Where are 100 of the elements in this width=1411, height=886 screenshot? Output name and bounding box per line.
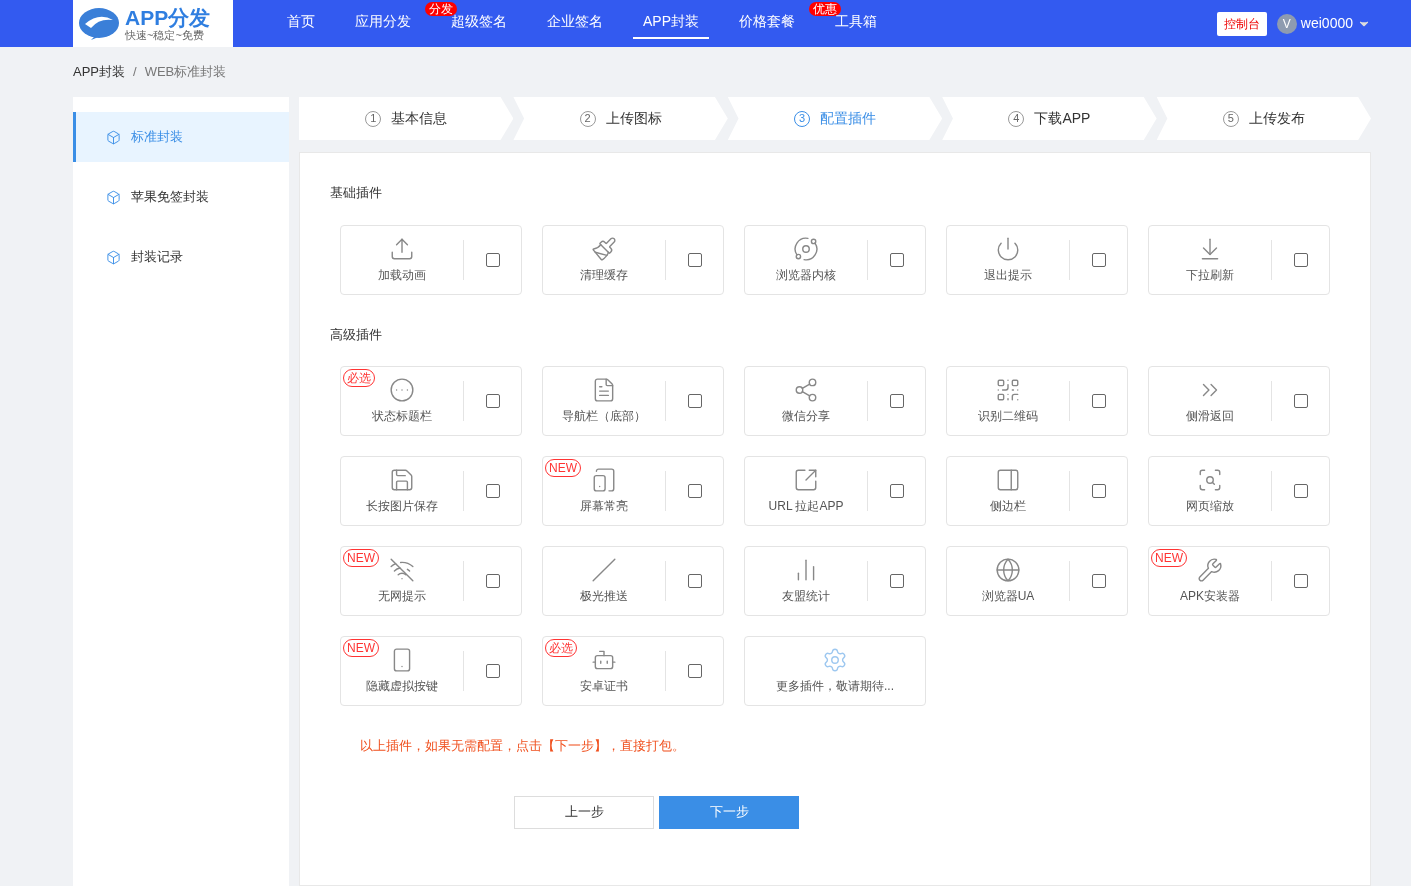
checkbox[interactable]	[687, 574, 702, 588]
plugin-label: 安卓证书	[580, 678, 628, 695]
plugin-card[interactable]: NEW 无网提示	[340, 546, 522, 616]
checkbox[interactable]	[485, 252, 500, 267]
cube-icon	[106, 189, 121, 205]
plugin-card[interactable]: 浏览器内核	[744, 224, 926, 295]
plugin-card[interactable]: 长按图片保存	[340, 456, 522, 526]
step-label: 基本信息	[391, 109, 448, 128]
share-icon	[793, 377, 819, 403]
plugin-card[interactable]: 识别二维码	[946, 366, 1128, 436]
plugin-card[interactable]: 加载动画	[340, 224, 522, 295]
section-title: 高级插件	[330, 325, 383, 344]
checkbox[interactable]	[687, 484, 702, 498]
power-icon	[995, 235, 1021, 262]
step-label: 配置插件	[820, 109, 876, 128]
plugin-label: 侧滑返回	[1186, 408, 1234, 425]
plugin-card[interactable]: 退出提示	[946, 224, 1128, 295]
section-title: 基础插件	[330, 184, 383, 202]
checkbox[interactable]	[1091, 484, 1106, 498]
cube-icon	[106, 129, 121, 145]
breadcrumb-item[interactable]: APP封装	[73, 62, 125, 82]
breadcrumb-item: WEB标准封装	[144, 63, 227, 82]
logo-icon	[77, 5, 121, 42]
plugin-card[interactable]: 网页缩放	[1148, 456, 1330, 526]
sidebar-item[interactable]: 苹果免签封装	[73, 172, 289, 222]
logo-slogan: 快速~稳定~免费	[125, 29, 205, 41]
plugin-card[interactable]: 下拉刷新	[1148, 224, 1330, 295]
plugin-label: 更多插件，敬请期待...	[776, 678, 894, 695]
checkbox[interactable]	[687, 664, 702, 678]
plugin-card[interactable]: NEW 隐藏虚拟按键	[340, 636, 522, 706]
qr-code-icon	[995, 377, 1021, 403]
step-label: 上传图标	[605, 109, 662, 128]
checkbox[interactable]	[485, 664, 500, 678]
sidebar-label: 封装记录	[131, 248, 183, 267]
plugin-badge: NEW	[343, 639, 379, 657]
plugin-card[interactable]: 微信分享	[744, 366, 926, 436]
sidebar-icon	[995, 467, 1021, 493]
scan-icon	[1197, 467, 1223, 493]
nav-tab[interactable]: APP封装	[633, 11, 709, 39]
nav-tab[interactable]: 应用分发	[345, 11, 421, 39]
plugin-card[interactable]: 侧滑返回	[1148, 366, 1330, 436]
plugin-card[interactable]: 友盟统计	[744, 546, 926, 616]
plugin-card[interactable]: URL 拉起APP	[744, 456, 926, 526]
console-button[interactable]: 控制台	[1216, 11, 1267, 36]
plugin-label: 网页缩放	[1186, 498, 1234, 515]
plugin-card[interactable]: NEW APK安装器	[1148, 546, 1330, 616]
plugin-card[interactable]: NEW 屏幕常亮	[542, 456, 724, 526]
plugin-label: 屏幕常亮	[580, 498, 628, 515]
checkbox[interactable]	[889, 394, 904, 408]
checkbox[interactable]	[1293, 394, 1308, 408]
plugin-label: 友盟统计	[782, 588, 830, 605]
plugin-badge: 必选	[545, 639, 577, 657]
nav-tab[interactable]: 价格套餐	[729, 11, 805, 39]
checkbox[interactable]	[889, 252, 904, 267]
checkbox[interactable]	[1293, 484, 1308, 498]
cube-icon	[106, 249, 121, 265]
brush-icon	[591, 235, 617, 262]
sidebar-label: 苹果免签封装	[131, 188, 209, 207]
plugin-label: 极光推送	[580, 588, 628, 605]
checkbox[interactable]	[889, 574, 904, 588]
checkbox[interactable]	[485, 394, 500, 408]
nav-tab[interactable]: 企业签名	[537, 11, 613, 39]
plugin-label: 长按图片保存	[366, 498, 438, 515]
tablet-icon	[591, 467, 617, 493]
nav-tab[interactable]: 首页	[277, 11, 325, 39]
plugin-card[interactable]: 侧边栏	[946, 456, 1128, 526]
user-name[interactable]: wei0000	[1300, 13, 1353, 34]
checkbox[interactable]	[1293, 252, 1308, 267]
checkbox[interactable]	[1091, 252, 1106, 267]
plugin-card[interactable]: 更多插件，敬请期待...	[744, 636, 926, 706]
plugin-card[interactable]: 必选 安卓证书	[542, 636, 724, 706]
plugin-label: 隐藏虚拟按键	[366, 678, 438, 695]
plugin-card[interactable]: 极光推送	[542, 546, 724, 616]
logo-title: APP分发	[125, 6, 211, 28]
checkbox[interactable]	[485, 484, 500, 498]
step-label: 下载APP	[1034, 109, 1091, 128]
checkbox[interactable]	[485, 574, 500, 588]
sidebar-item[interactable]: 封装记录	[73, 232, 289, 282]
nav-badge: 分发	[425, 2, 457, 16]
checkbox[interactable]	[687, 394, 702, 408]
checkbox[interactable]	[1091, 574, 1106, 588]
checkbox[interactable]	[1091, 394, 1106, 408]
plugin-card[interactable]: 清理缓存	[542, 224, 724, 295]
plugin-badge: NEW	[343, 549, 379, 567]
planet-icon	[793, 235, 819, 262]
sidebar-label: 标准封装	[131, 128, 183, 147]
logo[interactable]: APP分发 快速~稳定~免费	[73, 0, 233, 47]
globe-icon	[995, 557, 1021, 583]
checkbox[interactable]	[1293, 574, 1308, 588]
plugin-label: APK安装器	[1180, 588, 1240, 605]
plugin-card[interactable]: 必选 状态标题栏	[340, 366, 522, 436]
previous-button[interactable]: 上一步	[514, 795, 654, 829]
plugin-card[interactable]: 导航栏（底部）	[542, 366, 724, 436]
notice-text: 以上插件，如果无需配置，点击【下一步】，直接打包。	[360, 737, 686, 755]
plugin-label: 退出提示	[984, 266, 1032, 284]
checkbox[interactable]	[687, 252, 702, 267]
plugin-badge: NEW	[545, 459, 581, 477]
checkbox[interactable]	[889, 484, 904, 498]
plugin-card[interactable]: 浏览器UA	[946, 546, 1128, 616]
plugin-label: 下拉刷新	[1186, 266, 1234, 284]
